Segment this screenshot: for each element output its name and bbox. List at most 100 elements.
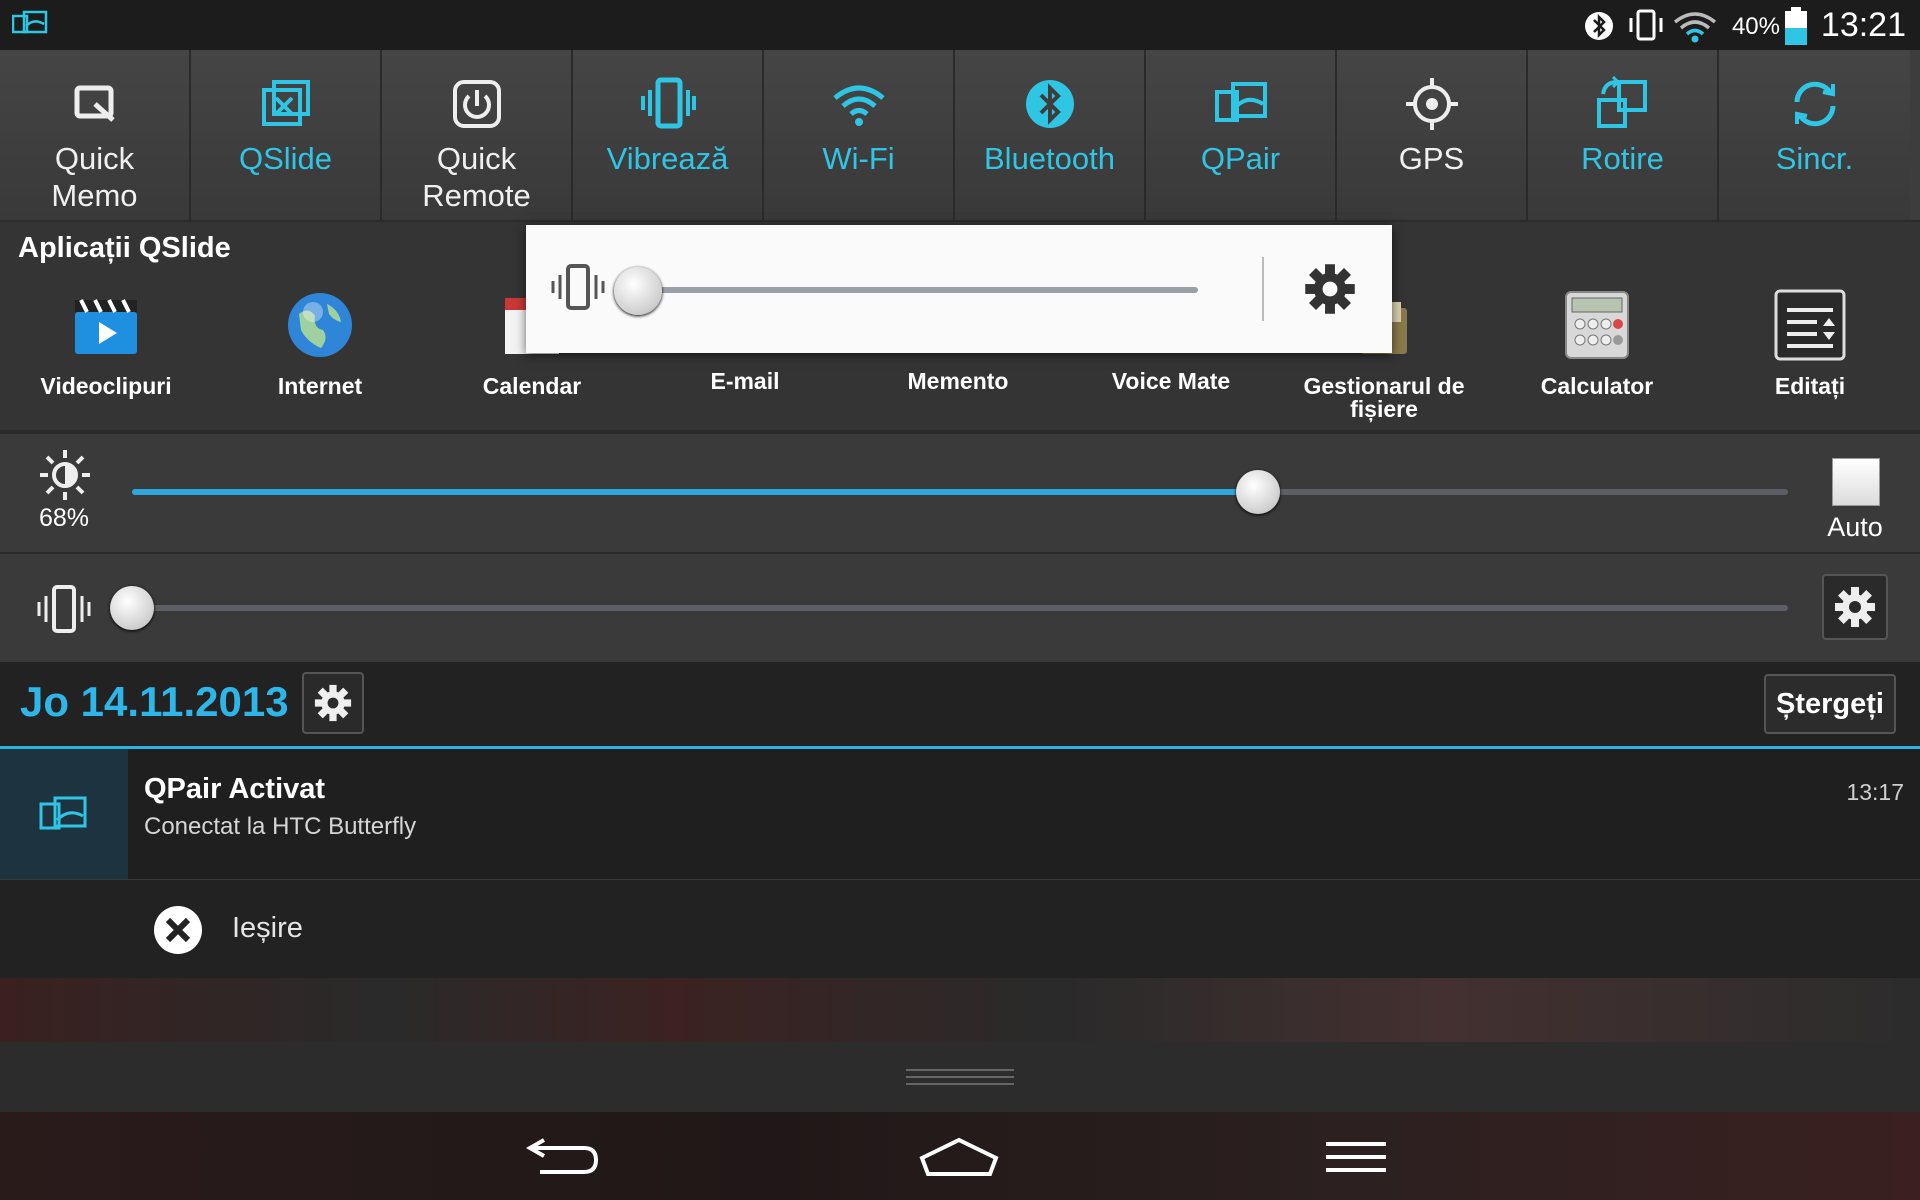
qpair-icon	[39, 796, 87, 830]
app-internet[interactable]: Internet	[220, 288, 420, 398]
volume-popup	[526, 225, 1392, 353]
toggle-gps[interactable]: GPS	[1337, 50, 1528, 220]
vibrate-icon	[640, 77, 696, 129]
notification-action-row: Ieșire	[0, 880, 1920, 978]
qslide-title: Aplicații QSlide	[18, 232, 231, 264]
back-button[interactable]	[524, 1132, 600, 1178]
toggle-quick-remote[interactable]: Quick Remote	[382, 50, 573, 220]
popup-volume-slider-thumb[interactable]	[614, 267, 662, 315]
app-label: Calculator	[1540, 373, 1654, 399]
quick-settings-toggles: Quick Memo QSlide Quick Remote Vibrează Wi…	[0, 50, 1920, 220]
qslide-icon	[261, 80, 310, 126]
bluetooth-icon	[1585, 12, 1613, 40]
quick-remote-icon	[452, 80, 501, 128]
gear-icon	[314, 684, 352, 722]
date-row: Jo 14.11.2013 Ștergeți	[0, 662, 1920, 749]
auto-brightness-label: Auto	[1827, 512, 1883, 542]
notification-qpair[interactable]: QPair Activat Conectat la HTC Butterfly …	[0, 749, 1920, 880]
calculator-icon	[1565, 291, 1629, 359]
notification-text: Conectat la HTC Butterfly	[144, 813, 417, 840]
toggle-label: Wi-Fi	[822, 141, 895, 176]
app-label: Internet	[277, 373, 363, 399]
quick-memo-icon	[74, 85, 115, 122]
home-button[interactable]	[918, 1136, 1000, 1178]
brightness-value: 68%	[38, 504, 90, 532]
toggle-label: Memo	[51, 178, 138, 213]
vibrate-icon	[37, 585, 91, 633]
wifi-icon	[832, 85, 885, 126]
toggle-bluetooth[interactable]: Bluetooth	[955, 50, 1146, 220]
toggle-qslide[interactable]: QSlide	[191, 50, 382, 220]
app-label: Editați	[1774, 373, 1846, 399]
toggle-label: Sincr.	[1775, 141, 1854, 176]
battery-percent: 40%	[1731, 13, 1780, 40]
brightness-slider-thumb[interactable]	[1236, 470, 1281, 514]
rotate-icon	[1596, 76, 1647, 128]
toggle-wifi[interactable]: Wi-Fi	[764, 50, 955, 220]
menu-button[interactable]	[1324, 1140, 1388, 1174]
toggle-label: Quick	[436, 141, 517, 176]
app-edit[interactable]: Editați	[1710, 288, 1910, 398]
toggle-label: QPair	[1200, 141, 1281, 176]
toggle-label: Quick	[54, 141, 135, 176]
app-calculator[interactable]: Calculator	[1497, 288, 1697, 398]
video-icon	[75, 299, 137, 354]
navigation-bar	[0, 1112, 1920, 1200]
toggle-label: Vibrează	[606, 141, 729, 176]
qpair-icon	[1214, 82, 1267, 122]
edit-list-icon	[1774, 289, 1846, 361]
brightness-icon	[40, 450, 90, 500]
notification-title: QPair Activat	[144, 773, 326, 805]
app-videoclipuri[interactable]: Videoclipuri	[6, 288, 206, 398]
globe-icon	[288, 293, 352, 357]
app-label: fișiere	[1350, 396, 1418, 422]
app-label: Memento	[907, 368, 1009, 394]
popup-divider	[1262, 257, 1264, 321]
toggle-sync[interactable]: Sincr.	[1719, 50, 1910, 220]
toggle-label: Bluetooth	[984, 141, 1115, 176]
panel-drag-handle[interactable]	[0, 1042, 1920, 1112]
gps-icon	[1405, 78, 1458, 130]
toggle-quick-memo[interactable]: Quick Memo	[0, 50, 191, 220]
close-icon	[154, 906, 202, 954]
home-screen-background	[0, 978, 1920, 1042]
app-label: Videoclipuri	[40, 373, 172, 399]
toggle-label: QSlide	[238, 141, 333, 176]
settings-button[interactable]	[302, 672, 364, 734]
qpair-icon	[12, 10, 48, 34]
volume-slider-thumb[interactable]	[110, 586, 154, 630]
brightness-fill	[132, 489, 1259, 495]
drag-handle-icon	[906, 1069, 1014, 1085]
toggle-label: Rotire	[1581, 141, 1664, 176]
battery-icon	[1785, 7, 1807, 45]
app-label: Voice Mate	[1111, 368, 1231, 394]
app-label: Calendar	[482, 373, 582, 399]
wifi-icon	[1673, 12, 1717, 43]
brightness-panel: 68% Auto	[0, 432, 1920, 552]
volume-track[interactable]	[132, 605, 1788, 611]
bluetooth-icon	[1025, 80, 1074, 128]
clear-notifications-button[interactable]: Ștergeți	[1764, 674, 1896, 734]
volume-panel	[0, 552, 1920, 662]
toggle-rotate[interactable]: Rotire	[1528, 50, 1719, 220]
notification-time: 13:17	[1846, 779, 1904, 805]
toggle-qpair[interactable]: QPair	[1146, 50, 1337, 220]
app-label: E-mail	[710, 368, 780, 394]
sync-icon	[1794, 81, 1835, 127]
gear-icon	[1835, 587, 1875, 627]
toggle-label: Remote	[422, 178, 531, 213]
exit-action-button[interactable]	[152, 904, 204, 956]
toggle-vibrate[interactable]: Vibrează	[573, 50, 764, 220]
clock: 13:21	[1820, 6, 1906, 44]
exit-action-label: Ieșire	[232, 912, 303, 944]
toggle-label: GPS	[1398, 141, 1465, 176]
auto-brightness-checkbox[interactable]	[1832, 458, 1880, 506]
vibrate-icon	[1629, 9, 1663, 41]
volume-settings-button[interactable]	[1822, 574, 1888, 640]
popup-volume-track[interactable]	[638, 287, 1198, 293]
status-bar: 40% 13:21	[0, 0, 1920, 50]
vibrate-icon	[551, 264, 605, 310]
notification-icon-box	[0, 749, 128, 879]
date-label: Jo 14.11.2013	[20, 678, 289, 725]
popup-settings-button[interactable]	[1304, 263, 1356, 315]
